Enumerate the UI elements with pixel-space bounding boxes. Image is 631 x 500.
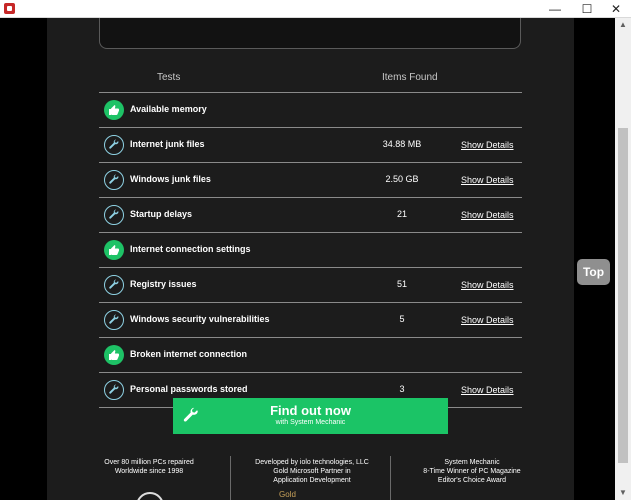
app-icon xyxy=(4,3,15,14)
row-value: 5 xyxy=(399,314,405,324)
scroll-down-arrow-icon[interactable]: ▼ xyxy=(615,486,631,500)
table-row: Windows junk files 2.50 GB Show Details xyxy=(99,163,522,198)
show-details-link[interactable]: Show Details xyxy=(461,140,514,150)
page-content: Tests Items Found Available memory Intern… xyxy=(47,18,574,500)
wrench-icon xyxy=(104,310,124,330)
back-to-top-button[interactable]: Top xyxy=(577,259,610,285)
footer: Over 80 million PCs repaired Worldwide s… xyxy=(47,456,574,500)
table-row: Internet connection settings xyxy=(99,233,522,268)
show-details-link[interactable]: Show Details xyxy=(461,280,514,290)
footer-text: Gold Microsoft Partner in xyxy=(273,468,351,475)
table-row: Startup delays 21 Show Details xyxy=(99,198,522,233)
show-details-link[interactable]: Show Details xyxy=(461,175,514,185)
table-row: Windows security vulnerabilities 5 Show De… xyxy=(99,303,522,338)
row-label: Startup delays xyxy=(130,209,193,219)
scrollbar-thumb[interactable] xyxy=(618,128,628,463)
cta-title: Find out now xyxy=(270,403,351,418)
footer-text: Editor's Choice Award xyxy=(437,477,507,484)
row-value: 21 xyxy=(396,209,407,219)
footer-divider xyxy=(390,456,391,500)
table-header: Tests Items Found xyxy=(99,64,522,93)
row-value: 2.50 GB xyxy=(385,174,419,184)
wrench-icon xyxy=(104,205,124,225)
wrench-icon xyxy=(104,170,124,190)
row-label: Registry issues xyxy=(130,279,197,289)
thumbs-up-icon xyxy=(104,240,124,260)
table-body: Available memory Internet junk files 34.88… xyxy=(99,93,522,408)
scan-gauge-panel xyxy=(99,18,521,49)
header-tests: Tests xyxy=(157,72,181,83)
row-label: Windows junk files xyxy=(130,174,211,184)
scroll-up-arrow-icon[interactable]: ▲ xyxy=(615,18,631,32)
footer-text: Worldwide since 1998 xyxy=(114,468,184,475)
results-table: Tests Items Found Available memory Intern… xyxy=(99,64,522,408)
footer-text: Over 80 million PCs repaired xyxy=(104,459,194,466)
wrench-icon xyxy=(104,380,124,400)
table-row: Broken internet connection xyxy=(99,338,522,373)
header-items-found: Items Found xyxy=(382,72,438,83)
footer-text: Application Development xyxy=(273,477,351,484)
footer-text: Developed by iolo technologies, LLC xyxy=(255,459,369,466)
row-label: Windows security vulnerabilities xyxy=(130,314,270,324)
row-label: Personal passwords stored xyxy=(130,384,248,394)
row-value: 3 xyxy=(399,384,405,394)
row-value: 51 xyxy=(396,279,407,289)
minimize-button[interactable]: — xyxy=(540,0,570,17)
wrench-icon xyxy=(104,275,124,295)
gold-partner-label: Gold xyxy=(279,490,296,499)
show-details-link[interactable]: Show Details xyxy=(461,210,514,220)
row-label: Broken internet connection xyxy=(130,349,248,359)
find-out-now-button[interactable]: Find out now with System Mechanic xyxy=(173,398,448,434)
thumbs-up-icon xyxy=(104,345,124,365)
show-details-link[interactable]: Show Details xyxy=(461,315,514,325)
maximize-button[interactable]: ☐ xyxy=(572,0,602,17)
show-details-link[interactable]: Show Details xyxy=(461,385,514,395)
window-titlebar: — ☐ ✕ xyxy=(0,0,631,18)
award-badge-icon xyxy=(136,492,164,500)
table-row: Registry issues 51 Show Details xyxy=(99,268,522,303)
footer-divider xyxy=(230,456,231,500)
row-label: Available memory xyxy=(130,104,207,114)
thumbs-up-icon xyxy=(104,100,124,120)
close-button[interactable]: ✕ xyxy=(601,0,631,17)
row-value: 34.88 MB xyxy=(382,139,422,149)
footer-col-repairs: Over 80 million PCs repaired Worldwide s… xyxy=(99,458,199,476)
cta-subtitle: with System Mechanic xyxy=(275,419,346,426)
footer-col-developer: Developed by iolo technologies, LLC Gold… xyxy=(247,458,377,485)
wrench-icon xyxy=(104,135,124,155)
footer-text: System Mechanic xyxy=(444,459,500,466)
row-label: Internet junk files xyxy=(130,139,205,149)
footer-col-award: System Mechanic 8-Time Winner of PC Maga… xyxy=(407,458,537,485)
table-row: Available memory xyxy=(99,93,522,128)
footer-text: 8-Time Winner of PC Magazine xyxy=(423,468,521,475)
table-row: Internet junk files 34.88 MB Show Details xyxy=(99,128,522,163)
scrollbar[interactable]: ▲ ▼ xyxy=(615,18,631,500)
row-label: Internet connection settings xyxy=(130,244,251,254)
